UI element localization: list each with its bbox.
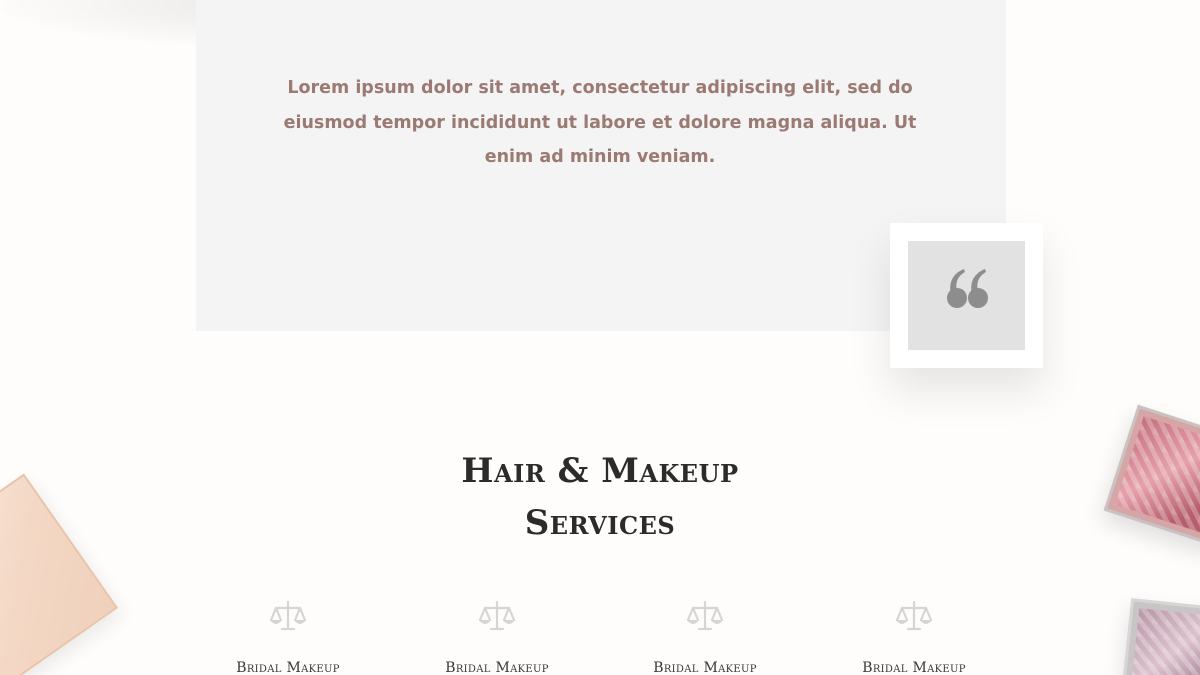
service-label: Bridal Makeup [862,660,966,675]
makeup-palette-decoration [0,473,119,675]
makeup-palette-decoration [1121,598,1200,675]
service-label: Bridal Makeup [445,660,549,675]
quote-badge-inner [908,241,1025,350]
service-item[interactable]: Bridal Makeup [824,598,1004,675]
scale-icon [478,600,516,631]
service-item[interactable]: Bridal Makeup [407,598,587,675]
services-title-line1: Hair & Makeup [461,451,739,491]
service-label: Bridal Makeup [653,660,757,675]
scale-icon [269,600,307,631]
service-label: Bridal Makeup [236,660,340,675]
scale-icon [686,600,724,631]
service-item[interactable]: Bridal Makeup [615,598,795,675]
services-title-line2: Services [524,503,676,543]
palette-powder [1115,416,1200,535]
palette-powder [1131,608,1200,675]
quote-badge [890,223,1043,368]
testimonial-text: Lorem ipsum dolor sit amet, consectetur … [283,78,917,167]
page: Lorem ipsum dolor sit amet, consectetur … [0,0,1200,675]
service-item[interactable]: Bridal Makeup [198,598,378,675]
makeup-palette-decoration [1103,404,1200,547]
scale-icon [895,600,933,631]
quote-icon [947,269,988,308]
services-title: Hair & Makeup Services [350,445,850,549]
